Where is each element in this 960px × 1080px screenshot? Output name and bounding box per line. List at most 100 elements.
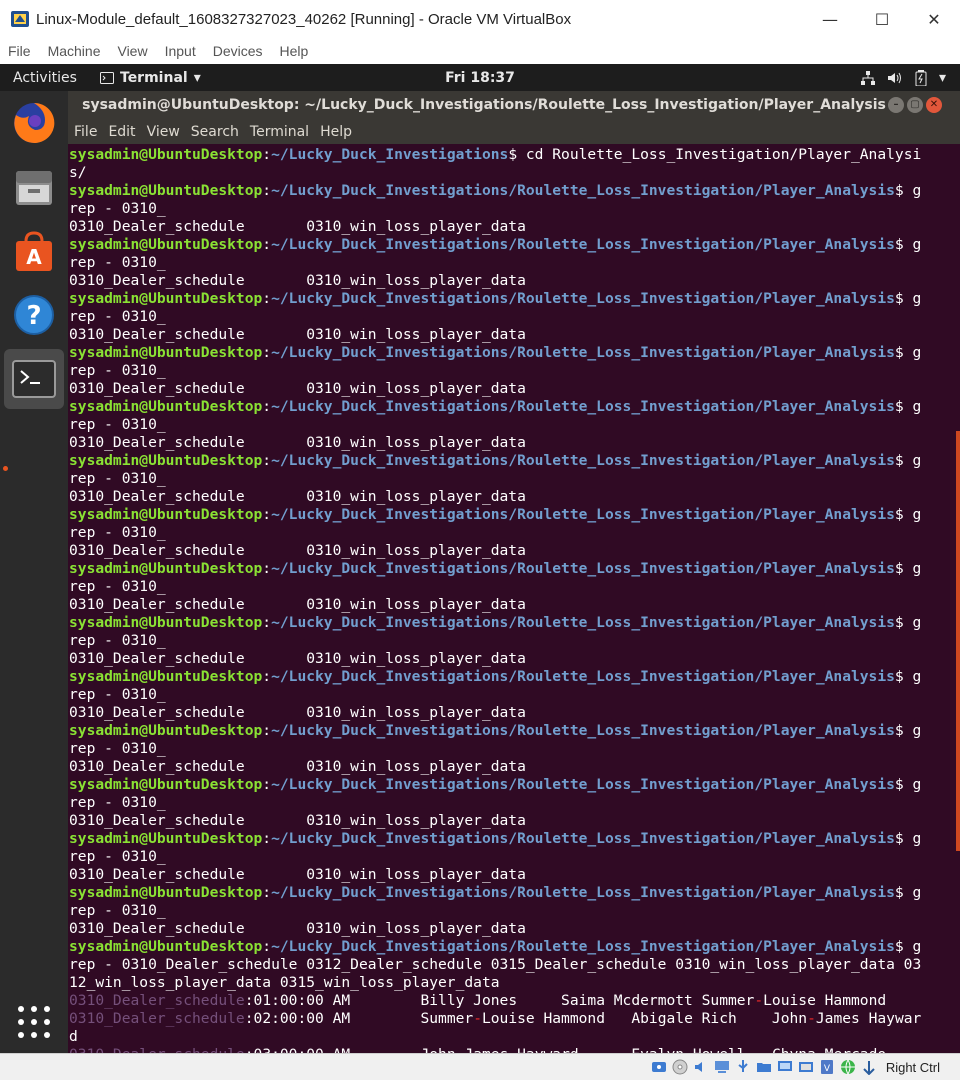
vbox-menu-file[interactable]: File bbox=[0, 43, 40, 59]
mouse-integration-icon[interactable] bbox=[861, 1059, 878, 1076]
maximize-button[interactable]: ☐ bbox=[856, 0, 908, 38]
vbox-menu-input[interactable]: Input bbox=[157, 43, 205, 59]
terminal-line: rep - 0310_ bbox=[69, 848, 166, 865]
app-menu-label: Terminal bbox=[120, 69, 188, 86]
terminal-line: sysadmin@UbuntuDesktop:~/Lucky_Duck_Inve… bbox=[69, 236, 922, 253]
globe-icon[interactable] bbox=[840, 1059, 857, 1076]
terminal-menu-view[interactable]: View bbox=[141, 124, 185, 140]
dock-help[interactable]: ? bbox=[4, 285, 64, 345]
terminal-line: sysadmin@UbuntuDesktop:~/Lucky_Duck_Inve… bbox=[69, 830, 922, 847]
terminal-line: sysadmin@UbuntuDesktop:~/Lucky_Duck_Inve… bbox=[69, 884, 922, 901]
vbox-menu-machine[interactable]: Machine bbox=[40, 43, 110, 59]
terminal-line: 0310_Dealer_schedule:03:00:00 AM John-Ja… bbox=[69, 1046, 949, 1053]
terminal-text: sysadmin@UbuntuDesktop:~/Lucky_Duck_Inve… bbox=[69, 146, 949, 1053]
terminal-line: rep - 0310_ bbox=[69, 308, 166, 325]
audio-icon[interactable] bbox=[693, 1059, 710, 1076]
battery-icon bbox=[915, 69, 927, 86]
terminal-maximize-button[interactable]: ▢ bbox=[907, 97, 923, 113]
vbox-title-bar[interactable]: Linux-Module_default_1608327327023_40262… bbox=[0, 0, 960, 38]
terminal-close-button[interactable]: ✕ bbox=[926, 97, 942, 113]
terminal-line: rep - 0310_ bbox=[69, 254, 166, 271]
terminal-line: 0310_Dealer_schedule 0310_win_loss_playe… bbox=[69, 380, 526, 397]
terminal-title: sysadmin@UbuntuDesktop: ~/Lucky_Duck_Inv… bbox=[82, 97, 886, 113]
dock-files[interactable] bbox=[4, 157, 64, 217]
terminal-line: 0310_Dealer_schedule 0310_win_loss_playe… bbox=[69, 758, 526, 775]
terminal-line: 0310_Dealer_schedule:02:00:00 AM Summer-… bbox=[69, 1010, 922, 1027]
terminal-line: rep - 0310_ bbox=[69, 902, 166, 919]
dock-terminal[interactable] bbox=[4, 349, 64, 409]
vbox-menubar: File Machine View Input Devices Help bbox=[0, 38, 960, 64]
terminal-line: sysadmin@UbuntuDesktop:~/Lucky_Duck_Inve… bbox=[69, 560, 922, 577]
vbox-menu-help[interactable]: Help bbox=[272, 43, 318, 59]
display-icon[interactable] bbox=[777, 1059, 794, 1076]
running-indicator bbox=[3, 466, 8, 471]
terminal-line: 0310_Dealer_schedule 0310_win_loss_playe… bbox=[69, 704, 526, 721]
clock[interactable]: Fri 18:37 bbox=[445, 70, 515, 86]
terminal-line: sysadmin@UbuntuDesktop:~/Lucky_Duck_Inve… bbox=[69, 506, 922, 523]
video-capture-icon[interactable] bbox=[798, 1059, 815, 1076]
terminal-menu-edit[interactable]: Edit bbox=[102, 124, 140, 140]
terminal-line: rep - 0310_ bbox=[69, 794, 166, 811]
shared-folders-icon[interactable] bbox=[756, 1059, 773, 1076]
terminal-line: 0310_Dealer_schedule 0310_win_loss_playe… bbox=[69, 596, 526, 613]
terminal-line: rep - 0310_Dealer_schedule 0312_Dealer_s… bbox=[69, 956, 922, 973]
network-adapter-icon[interactable] bbox=[714, 1059, 731, 1076]
system-tray[interactable]: ▾ bbox=[860, 64, 946, 91]
terminal-menu-search[interactable]: Search bbox=[185, 124, 244, 140]
chevron-down-icon: ▾ bbox=[938, 69, 946, 86]
terminal-line: sysadmin@UbuntuDesktop:~/Lucky_Duck_Inve… bbox=[69, 452, 922, 469]
terminal-line: sysadmin@UbuntuDesktop:~/Lucky_Duck_Inve… bbox=[69, 614, 922, 631]
svg-text:A: A bbox=[26, 245, 42, 269]
files-icon bbox=[16, 171, 52, 205]
terminal-line: 0310_Dealer_schedule 0310_win_loss_playe… bbox=[69, 434, 526, 451]
terminal-scrollbar[interactable] bbox=[956, 431, 960, 851]
svg-text:?: ? bbox=[26, 301, 41, 331]
terminal-line: rep - 0310_ bbox=[69, 416, 166, 433]
terminal-minimize-button[interactable]: – bbox=[888, 97, 904, 113]
terminal-line: 12_win_loss_player_data 0315_win_loss_pl… bbox=[69, 974, 500, 991]
terminal-line: sysadmin@UbuntuDesktop:~/Lucky_Duck_Inve… bbox=[69, 722, 922, 739]
terminal-line: 0310_Dealer_schedule:01:00:00 AM Billy J… bbox=[69, 992, 887, 1009]
close-button[interactable]: ✕ bbox=[908, 0, 960, 38]
terminal-output[interactable]: sysadmin@UbuntuDesktop:~/Lucky_Duck_Inve… bbox=[68, 144, 960, 1053]
firefox-icon bbox=[14, 102, 55, 143]
vbox-menu-devices[interactable]: Devices bbox=[205, 43, 272, 59]
vbox-menu-view[interactable]: View bbox=[109, 43, 156, 59]
terminal-line: 0310_Dealer_schedule 0310_win_loss_playe… bbox=[69, 542, 526, 559]
terminal-menu-file[interactable]: File bbox=[68, 124, 102, 140]
terminal-line: sysadmin@UbuntuDesktop:~/Lucky_Duck_Inve… bbox=[69, 776, 922, 793]
vm-icon[interactable]: V bbox=[819, 1059, 836, 1076]
app-menu[interactable]: Terminal ▾ bbox=[100, 70, 201, 86]
terminal-line: rep - 0310_ bbox=[69, 200, 166, 217]
hard-disk-icon[interactable] bbox=[651, 1059, 668, 1076]
network-icon bbox=[860, 70, 875, 85]
terminal-line: 0310_Dealer_schedule 0310_win_loss_playe… bbox=[69, 866, 526, 883]
svg-text:V: V bbox=[824, 1064, 831, 1074]
ubuntu-top-panel: Activities Terminal ▾ Fri 18:37 ▾ bbox=[0, 64, 960, 91]
vbox-window-title: Linux-Module_default_1608327327023_40262… bbox=[36, 10, 572, 28]
terminal-line: sysadmin@UbuntuDesktop:~/Lucky_Duck_Inve… bbox=[69, 668, 922, 685]
terminal-line: 0310_Dealer_schedule 0310_win_loss_playe… bbox=[69, 488, 526, 505]
dock-software[interactable]: A bbox=[4, 221, 64, 281]
terminal-line: 0310_Dealer_schedule 0310_win_loss_playe… bbox=[69, 920, 526, 937]
terminal-menu-help[interactable]: Help bbox=[314, 124, 357, 140]
show-applications-button[interactable] bbox=[16, 1004, 52, 1040]
minimize-button[interactable]: — bbox=[804, 0, 856, 38]
usb-icon[interactable] bbox=[735, 1059, 752, 1076]
terminal-line: sysadmin@UbuntuDesktop:~/Lucky_Duck_Inve… bbox=[69, 398, 922, 415]
terminal-app-icon bbox=[100, 71, 114, 84]
host-key-label: Right Ctrl bbox=[885, 1059, 940, 1075]
terminal-line: rep - 0310_ bbox=[69, 524, 166, 541]
activities-button[interactable]: Activities bbox=[0, 70, 100, 86]
terminal-line: 0310_Dealer_schedule 0310_win_loss_playe… bbox=[69, 812, 526, 829]
terminal-line: 0310_Dealer_schedule 0310_win_loss_playe… bbox=[69, 218, 526, 235]
optical-drive-icon[interactable] bbox=[672, 1059, 689, 1076]
terminal-title-bar[interactable]: sysadmin@UbuntuDesktop: ~/Lucky_Duck_Inv… bbox=[68, 91, 960, 119]
terminal-line: sysadmin@UbuntuDesktop:~/Lucky_Duck_Inve… bbox=[69, 344, 922, 361]
terminal-line: 0310_Dealer_schedule 0310_win_loss_playe… bbox=[69, 326, 526, 343]
chevron-down-icon: ▾ bbox=[193, 69, 201, 86]
dock-firefox[interactable] bbox=[4, 93, 64, 153]
terminal-menu-terminal[interactable]: Terminal bbox=[244, 124, 314, 140]
terminal-line: sysadmin@UbuntuDesktop:~/Lucky_Duck_Inve… bbox=[69, 182, 922, 199]
terminal-line: rep - 0310_ bbox=[69, 686, 166, 703]
